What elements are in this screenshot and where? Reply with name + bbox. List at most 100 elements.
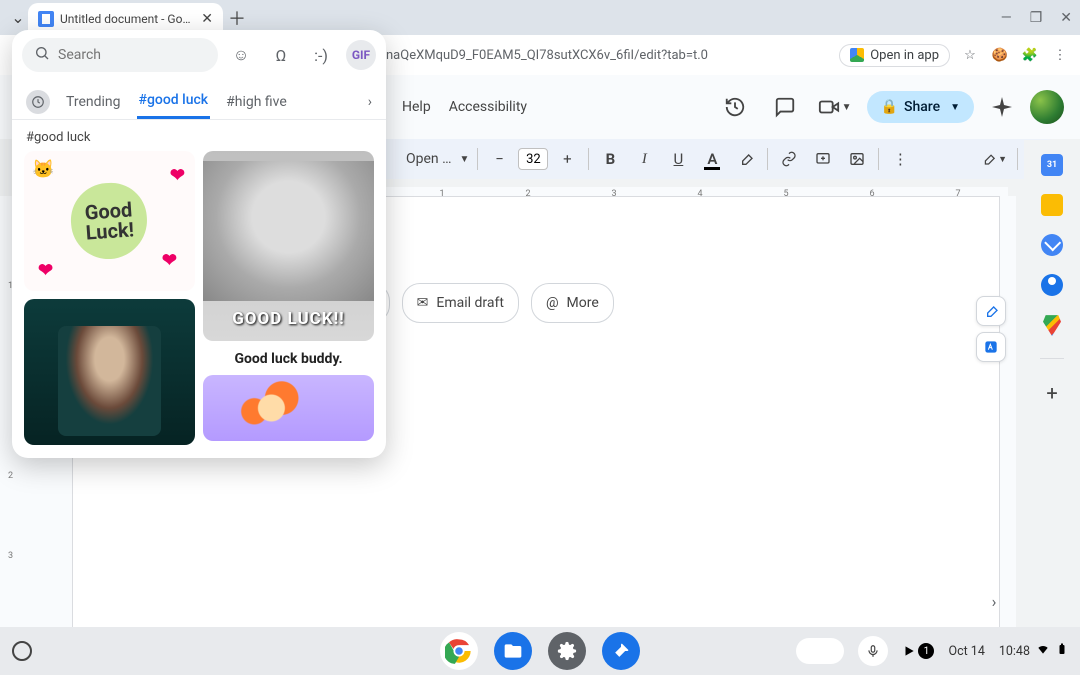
font-selector[interactable]: Open … ▼ <box>406 151 469 167</box>
gif-category-button[interactable]: GIF <box>346 40 376 70</box>
envelope-icon: ✉ <box>417 295 429 311</box>
new-tab-button[interactable]: ＋ <box>223 5 251 31</box>
vruler-mark: 3 <box>8 551 13 561</box>
ai-assist-icon[interactable] <box>976 332 1006 362</box>
window-controls: — ❐ ✕ <box>1001 10 1072 26</box>
share-dropdown-icon[interactable]: ▼ <box>950 102 960 113</box>
text-color-button[interactable]: A <box>699 146 725 172</box>
shelf-apps <box>440 632 640 670</box>
calendar-app-icon[interactable]: 31 <box>1041 154 1063 176</box>
tab-high-five[interactable]: #high five <box>224 86 289 118</box>
browser-overflow-icon[interactable]: ⋮ <box>1050 45 1070 65</box>
quick-launch-pill[interactable] <box>796 638 844 664</box>
gif-grid: 🐱 ❤ ❤ ❤ Good Luck! GOOD LUCK!! Good luck… <box>12 151 386 457</box>
chip-label: Email draft <box>436 295 504 311</box>
search-icon <box>34 45 50 65</box>
add-addon-button[interactable]: + <box>1046 381 1057 405</box>
chip-label: More <box>567 295 599 311</box>
maximize-icon[interactable]: ❐ <box>1030 10 1043 26</box>
open-in-app-label: Open in app <box>870 48 939 63</box>
status-tray[interactable]: 10:48 <box>999 641 1068 661</box>
lock-icon: 🔒 <box>881 99 898 115</box>
share-button[interactable]: 🔒 Share ▼ <box>867 91 974 123</box>
emoticon-category-button[interactable]: :-) <box>306 40 336 70</box>
gif-result[interactable]: GOOD LUCK!! <box>203 151 374 341</box>
contacts-app-icon[interactable] <box>1041 274 1063 296</box>
emoji-search-box[interactable] <box>22 38 218 72</box>
dictation-button[interactable] <box>858 636 888 666</box>
notifications-indicator[interactable]: 1 <box>902 643 934 659</box>
comments-icon[interactable] <box>767 89 803 125</box>
floating-edit-tools <box>976 296 1006 362</box>
toolbar-overflow-icon[interactable]: ⋮ <box>887 146 913 172</box>
symbol-category-button[interactable]: Ω <box>266 40 296 70</box>
close-window-icon[interactable]: ✕ <box>1060 10 1072 26</box>
tab-trending[interactable]: Trending <box>64 86 123 118</box>
extensions-puzzle-icon[interactable]: 🧩 <box>1020 45 1040 65</box>
close-tab-icon[interactable]: ✕ <box>201 11 213 27</box>
bookmark-star-icon[interactable]: ☆ <box>960 45 980 65</box>
sidebar-separator <box>1040 358 1064 359</box>
insert-link-button[interactable] <box>776 146 802 172</box>
explore-chevron-icon[interactable]: › <box>982 589 1006 613</box>
wifi-icon <box>1036 642 1050 660</box>
font-size-input[interactable] <box>518 148 548 170</box>
keep-app-icon[interactable] <box>1041 194 1063 216</box>
increase-font-icon[interactable]: + <box>554 146 580 172</box>
bold-button[interactable]: B <box>597 146 623 172</box>
gemini-icon[interactable] <box>988 93 1016 121</box>
drive-icon <box>850 48 864 62</box>
side-panel: 31 + <box>1024 140 1080 627</box>
more-chip[interactable]: @ More <box>531 283 614 323</box>
chromeos-shelf: 1 Oct 14 10:48 <box>0 627 1080 675</box>
account-avatar[interactable] <box>1030 90 1064 124</box>
tab-good-luck[interactable]: #good luck <box>137 84 211 119</box>
email-draft-chip[interactable]: ✉ Email draft <box>402 283 519 323</box>
recent-tab-icon[interactable] <box>26 90 50 114</box>
suggest-edits-icon[interactable] <box>976 296 1006 326</box>
chrome-app-icon[interactable] <box>440 632 478 670</box>
minimize-icon[interactable]: — <box>1001 10 1012 26</box>
pinned-app-icon[interactable] <box>602 632 640 670</box>
add-comment-button[interactable] <box>810 146 836 172</box>
highlight-button[interactable] <box>733 146 759 172</box>
gif-result[interactable]: 🐱 ❤ ❤ ❤ Good Luck! <box>24 151 195 291</box>
docs-favicon <box>38 11 54 27</box>
gif-caption: Good Luck! <box>69 180 150 261</box>
docs-menu-bar: Help Accessibility <box>402 99 527 115</box>
menu-help[interactable]: Help <box>402 99 431 115</box>
font-dropdown-icon: ▼ <box>460 154 470 165</box>
settings-app-icon[interactable] <box>548 632 586 670</box>
notification-count: 1 <box>918 643 934 659</box>
underline-button[interactable]: U <box>665 146 691 172</box>
address-bar[interactable]: naQeXMquD9_F0EAM5_QI78sutXCX6v_6fiI/edit… <box>386 41 1080 69</box>
gif-caption: Good luck buddy. <box>203 349 374 369</box>
editing-mode-button[interactable]: ▼ <box>981 146 1007 172</box>
launcher-button[interactable] <box>12 641 32 661</box>
next-tabs-icon[interactable]: › <box>368 94 372 110</box>
files-app-icon[interactable] <box>494 632 532 670</box>
gif-result[interactable] <box>24 299 195 445</box>
gif-tab-row: Trending #good luck #high five › <box>12 80 386 120</box>
tab-title: Untitled document - Google Do <box>60 12 195 26</box>
open-in-app-button[interactable]: Open in app <box>839 44 950 67</box>
emoji-gif-picker: ☺ Ω :-) GIF Trending #good luck #high fi… <box>12 30 386 458</box>
history-icon[interactable] <box>717 89 753 125</box>
status-area: 1 Oct 14 10:48 <box>796 636 1068 666</box>
menu-accessibility[interactable]: Accessibility <box>449 99 527 115</box>
tasks-app-icon[interactable] <box>1041 234 1063 256</box>
emoji-category-button[interactable]: ☺ <box>226 40 256 70</box>
emoji-search-input[interactable] <box>58 47 206 63</box>
shelf-date[interactable]: Oct 14 <box>948 644 984 659</box>
at-icon: @ <box>546 295 559 311</box>
decrease-font-icon[interactable]: − <box>486 146 512 172</box>
meet-button[interactable]: ▼ <box>817 89 853 125</box>
insert-image-button[interactable] <box>844 146 870 172</box>
gif-result[interactable] <box>203 375 374 441</box>
vruler-mark: 2 <box>8 471 13 481</box>
extension-icon[interactable]: 🍪 <box>990 45 1010 65</box>
maps-app-icon[interactable] <box>1041 314 1063 336</box>
gif-section-heading: #good luck <box>12 120 386 151</box>
tab-search-dropdown[interactable]: ⌄ <box>8 8 28 27</box>
italic-button[interactable]: I <box>631 146 657 172</box>
